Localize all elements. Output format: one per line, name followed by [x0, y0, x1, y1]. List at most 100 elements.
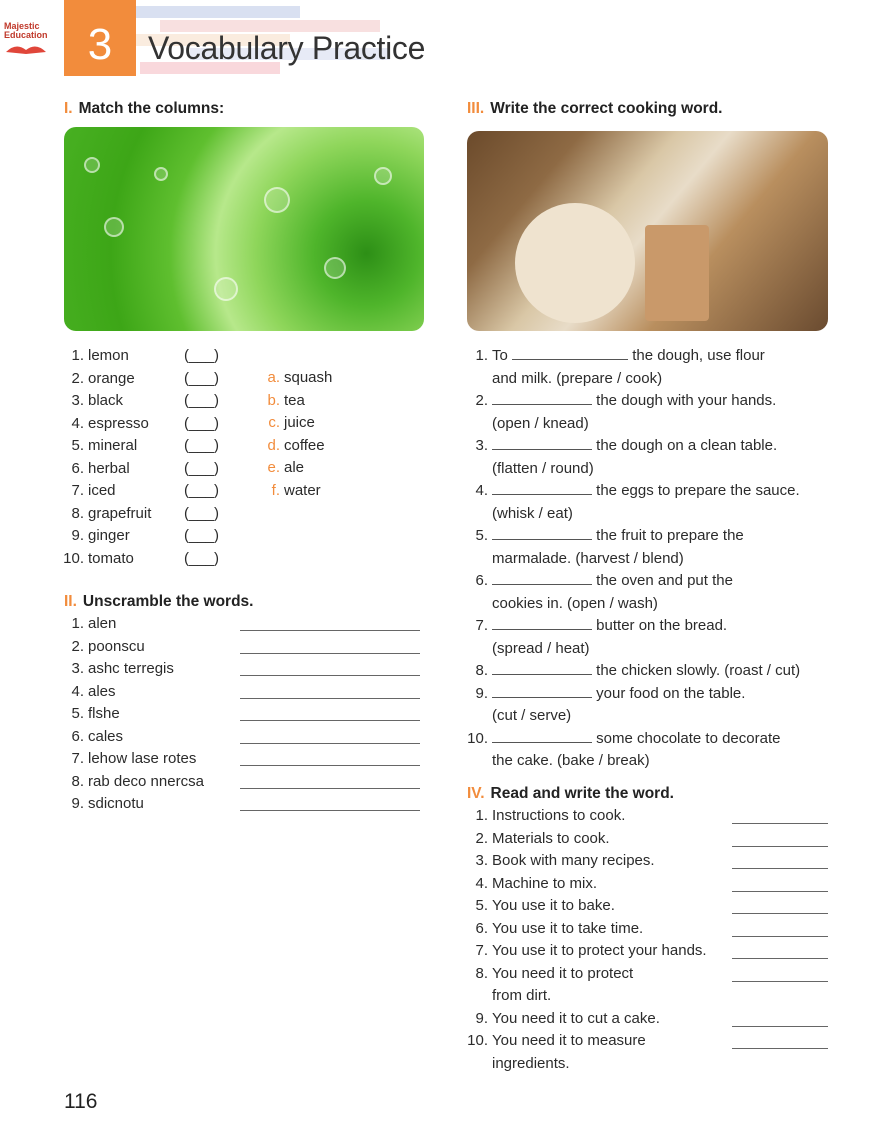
answer-blank[interactable]: [492, 629, 592, 630]
item-text: the oven and put the cookies in. (open / …: [492, 570, 733, 615]
read-write-item: 5. You use it to bake.: [464, 895, 834, 918]
answer-line[interactable]: [732, 913, 828, 914]
read-write-item: 9. You need it to cut a cake.: [464, 1008, 834, 1031]
item-number: 7.: [71, 750, 84, 767]
answer-line[interactable]: [240, 787, 420, 789]
item-number: 4.: [475, 874, 488, 892]
answer-blank[interactable]: [492, 449, 592, 450]
item-line-1: You need it to cut a cake.: [492, 1009, 660, 1027]
item-text: You use it to bake.: [492, 895, 615, 918]
unscramble-item: 8. rab deco nnercsa: [60, 771, 420, 794]
answer-line[interactable]: [240, 675, 420, 676]
item-word: coffee: [284, 436, 325, 454]
item-text: the fruit to prepare the marmalade. (harv…: [492, 525, 744, 570]
match-left-item: 7. iced (___): [60, 480, 240, 503]
item-number: 4.: [71, 682, 84, 700]
item-number: 6.: [475, 572, 488, 589]
item-text: Instructions to cook.: [492, 805, 625, 828]
cooking-item: 2. the dough with your hands. (open / kne…: [464, 390, 834, 435]
answer-line[interactable]: [240, 720, 420, 721]
section-2-title: II. Unscramble the words.: [64, 593, 253, 611]
item-number: 10.: [467, 729, 488, 747]
item-line-2: the cake. (bake / break): [492, 752, 650, 769]
answer-blank[interactable]: [492, 674, 592, 675]
item-text: the dough on a clean table. (flatten / ro…: [492, 435, 777, 480]
item-word: ale: [284, 459, 305, 476]
item-post: the fruit to prepare the: [596, 527, 744, 544]
item-number: 4.: [475, 482, 488, 499]
answer-line[interactable]: [732, 823, 828, 824]
item-number: 9.: [475, 1009, 488, 1027]
answer-line[interactable]: [732, 890, 828, 892]
cooking-word-list: 1. To the dough, use flour and milk. (prep…: [464, 345, 834, 773]
answer-line[interactable]: [732, 935, 828, 937]
item-number: 5.: [71, 705, 84, 722]
answer-line[interactable]: [240, 630, 420, 631]
answer-blank[interactable]: [492, 404, 592, 405]
answer-blank[interactable]: (___): [184, 525, 219, 548]
match-left-item: 9. ginger (___): [60, 525, 240, 548]
answer-line[interactable]: [240, 742, 420, 744]
item-line-1: You need it to measure: [492, 1032, 646, 1049]
item-number: 7.: [71, 482, 84, 499]
answer-line[interactable]: [732, 1025, 828, 1027]
answer-line[interactable]: [240, 652, 420, 654]
item-text: butter on the bread. (spread / heat): [492, 615, 727, 660]
item-word: tea: [284, 391, 305, 409]
item-word: orange: [88, 369, 135, 387]
answer-blank[interactable]: [492, 696, 592, 698]
read-write-item: 1. Instructions to cook.: [464, 805, 834, 828]
cooking-item: 7. butter on the bread. (spread / heat): [464, 615, 834, 660]
item-number: 8.: [71, 504, 84, 522]
unscramble-item: 5. flshe: [60, 703, 420, 726]
item-line-2: cookies in. (open / wash): [492, 594, 658, 612]
answer-blank[interactable]: [492, 494, 592, 495]
read-write-list: 1. Instructions to cook. 2. Materials to co…: [464, 805, 834, 1075]
answer-blank[interactable]: [492, 539, 592, 540]
page-number: 116: [64, 1090, 98, 1113]
read-write-item: 4. Machine to mix.: [464, 873, 834, 896]
section-2-number: II.: [64, 593, 77, 610]
answer-line[interactable]: [732, 845, 828, 847]
answer-line[interactable]: [240, 765, 420, 766]
answer-blank[interactable]: (___): [184, 435, 219, 458]
answer-line[interactable]: [240, 697, 420, 699]
item-line-1: the eggs to prepare the sauce.: [492, 480, 800, 503]
item-line-1: the chicken slowly. (roast / cut): [492, 660, 800, 683]
answer-blank[interactable]: (___): [184, 368, 219, 391]
item-text: To the dough, use flour and milk. (prepar…: [492, 345, 765, 390]
answer-blank[interactable]: (___): [184, 413, 219, 436]
item-text: the chicken slowly. (roast / cut): [492, 660, 800, 683]
answer-blank[interactable]: (___): [184, 390, 219, 413]
answer-blank[interactable]: (___): [184, 548, 219, 571]
lime-photo: [64, 127, 424, 331]
unscramble-item: 9. sdicnotu: [60, 793, 420, 816]
item-line-2: ingredients.: [492, 1054, 570, 1072]
item-number: 3.: [475, 852, 488, 869]
read-write-item: 6. You use it to take time.: [464, 918, 834, 941]
item-number: 2.: [71, 369, 84, 387]
answer-blank[interactable]: (___): [184, 480, 219, 503]
answer-line[interactable]: [732, 1048, 828, 1049]
answer-blank[interactable]: (___): [184, 345, 219, 368]
answer-line[interactable]: [240, 810, 420, 811]
answer-blank[interactable]: (___): [184, 503, 219, 526]
read-write-item: 8. You need it to protect from dirt.: [464, 963, 834, 1008]
answer-line[interactable]: [732, 980, 828, 982]
answer-blank[interactable]: [492, 584, 592, 585]
answer-blank[interactable]: (___): [184, 458, 219, 481]
item-number: 1.: [71, 347, 84, 364]
item-number: 7.: [475, 942, 488, 959]
answer-line[interactable]: [732, 958, 828, 959]
item-line-1: the dough with your hands.: [492, 390, 776, 413]
answer-blank[interactable]: [512, 359, 629, 360]
match-right-item: b. tea: [262, 390, 382, 413]
answer-line[interactable]: [732, 868, 828, 869]
unscramble-item: 1. alen: [60, 613, 420, 636]
item-number: 10.: [467, 1032, 488, 1049]
unit-number-badge: 3: [64, 0, 136, 76]
item-line-1: the oven and put the: [492, 570, 733, 593]
item-text: You need it to measure ingredients.: [492, 1030, 646, 1075]
item-text: You use it to take time.: [492, 918, 643, 941]
answer-blank[interactable]: [492, 741, 592, 743]
